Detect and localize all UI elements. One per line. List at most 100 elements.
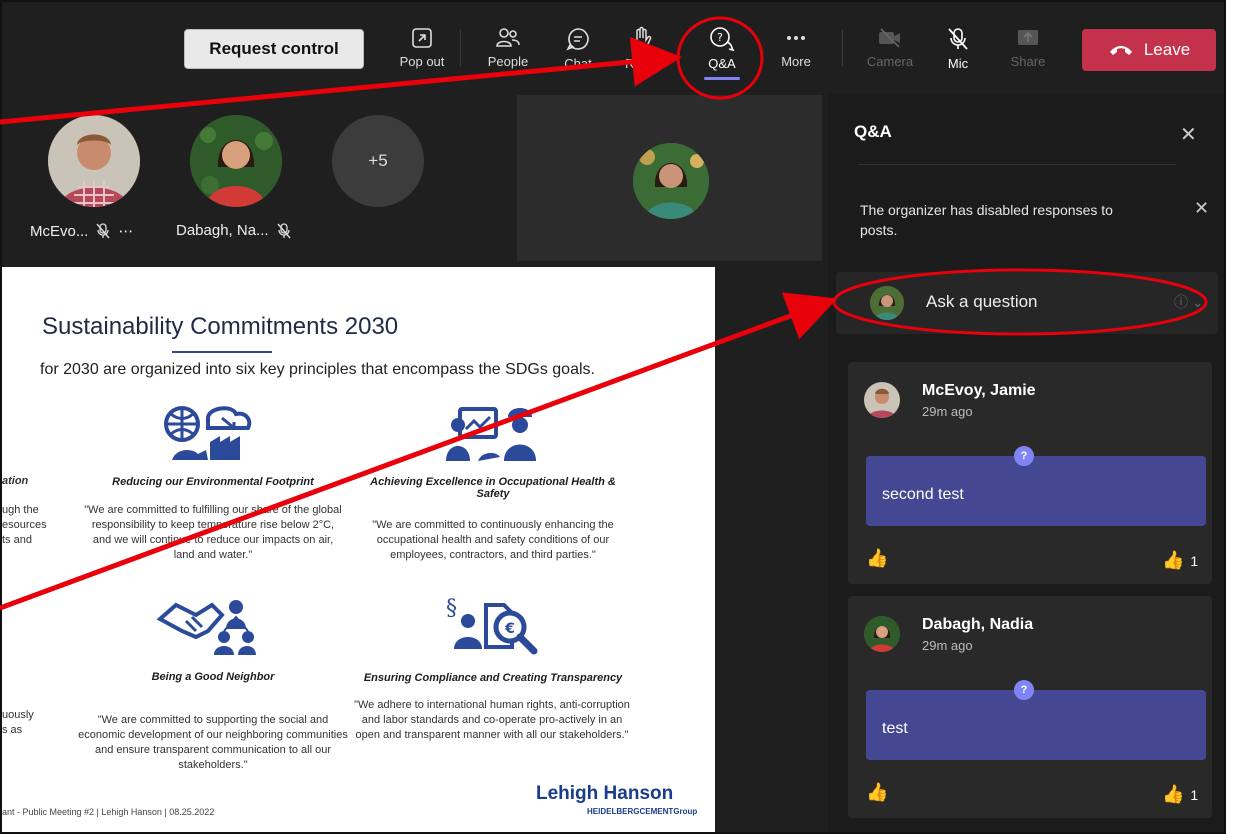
slide-footer: ant - Public Meeting #2 | Lehigh Hanson … <box>2 807 215 817</box>
clipped-text: s as <box>2 724 23 736</box>
principle-text: "We adhere to international human rights… <box>354 699 630 741</box>
panel-title: Q&A <box>854 122 892 141</box>
hang-up-icon <box>1109 46 1132 55</box>
ask-question-field[interactable]: Ask a question ⓘ ⌄ <box>836 272 1218 334</box>
mic-off-icon <box>96 223 110 239</box>
qa-label: Q&A <box>708 56 736 71</box>
slide-title: Sustainability Commitments 2030 <box>42 313 399 340</box>
post-author: Dabagh, Nadia <box>922 616 1034 633</box>
thumbs-up-icon: 👍 <box>1162 784 1185 804</box>
like-count-value: 1 <box>1190 552 1199 569</box>
avatar <box>870 286 904 320</box>
pop-out-icon <box>412 28 432 48</box>
close-icon[interactable]: ✕ <box>1194 198 1209 219</box>
hand-icon <box>636 26 652 50</box>
principle-heading: Being a Good Neighbor <box>151 671 275 683</box>
participant-name: Dabagh, Na... <box>176 222 291 239</box>
avatar <box>864 382 900 418</box>
clipped-text: ts and <box>2 534 32 546</box>
leave-label: Leave <box>1143 40 1191 59</box>
request-control-button[interactable]: Request control <box>184 29 364 69</box>
panel-divider <box>858 164 1176 165</box>
participant-more-icon[interactable]: ⋯ <box>118 222 133 240</box>
more-button[interactable]: More <box>764 20 828 82</box>
self-video-tile[interactable] <box>517 95 822 261</box>
post-text: second test <box>866 456 1206 526</box>
question-badge-icon: ? <box>1014 446 1034 466</box>
participant-name-text: McEvo... <box>30 222 89 240</box>
chat-button[interactable]: Chat <box>546 20 610 82</box>
camera-label: Camera <box>866 54 914 69</box>
principle-text: "We are committed to continuously enhanc… <box>372 519 614 561</box>
shared-presentation-slide: Sustainability Commitments 2030 for 2030… <box>2 267 715 832</box>
share-icon <box>1018 30 1038 45</box>
share-label: Share <box>1010 54 1046 69</box>
like-count-value: 1 <box>1190 786 1199 803</box>
people-label: People <box>487 54 529 69</box>
avatar <box>633 143 709 219</box>
principle-heading: Reducing our Environmental Footprint <box>112 476 314 488</box>
like-count: 👍 1 <box>1162 784 1198 805</box>
post-text: test <box>866 690 1206 760</box>
more-label: More <box>781 54 811 69</box>
like-button[interactable]: 👍 <box>866 782 888 803</box>
toolbar-divider <box>460 30 461 66</box>
qa-icon: ? <box>710 27 735 52</box>
post-timestamp: 29m ago <box>922 638 973 653</box>
good-neighbor-icon <box>156 600 256 655</box>
slide-subtitle: for 2030 are organized into six key prin… <box>40 361 595 378</box>
post-timestamp: 29m ago <box>922 404 973 419</box>
mic-off-icon <box>277 222 291 238</box>
people-icon <box>496 28 520 47</box>
participant-name-text: Dabagh, Na... <box>176 222 269 239</box>
principle-text: "We are committed to supporting the soci… <box>78 714 348 771</box>
mic-label: Mic <box>947 56 969 71</box>
disabled-responses-notice: The organizer has disabled responses to … <box>860 202 1113 238</box>
react-label: React <box>625 56 659 71</box>
participant-tile[interactable] <box>48 115 140 207</box>
react-button[interactable]: React <box>610 20 674 82</box>
svg-text:?: ? <box>717 31 723 44</box>
leave-button[interactable]: Leave <box>1082 29 1216 71</box>
compliance-icon: § € <box>446 597 538 655</box>
more-participants-button[interactable]: +5 <box>332 115 424 207</box>
avatar <box>190 115 282 207</box>
like-count: 👍 1 <box>1162 550 1198 571</box>
close-icon[interactable]: ✕ <box>1180 122 1197 147</box>
avatar <box>48 115 140 207</box>
post-author: McEvoy, Jamie <box>922 382 1036 399</box>
camera-button[interactable]: Camera <box>858 20 922 82</box>
camera-icon <box>879 28 900 48</box>
clipped-principle-head: ation <box>2 475 29 487</box>
qa-post: Dabagh, Nadia 29m ago ? test 👍 👍 1 <box>848 596 1212 818</box>
svg-text:€: € <box>504 621 515 637</box>
pop-out-button[interactable]: Pop out <box>390 20 454 82</box>
company-logo: Lehigh Hanson <box>536 783 674 804</box>
meeting-toolbar: Request control Pop out People Chat Reac… <box>2 2 1224 90</box>
mic-off-icon <box>948 28 968 50</box>
principle-heading: Achieving Excellence in Occupational Hea… <box>370 476 616 500</box>
share-button[interactable]: Share <box>996 20 1060 82</box>
principle-heading: Ensuring Compliance and Creating Transpa… <box>363 672 623 684</box>
help-icon[interactable]: ⓘ ⌄ <box>1174 292 1204 312</box>
participant-name: McEvo... ⋯ <box>30 222 133 241</box>
health-safety-icon <box>446 407 536 461</box>
principle-text: "We are committed to fulfilling our shar… <box>84 504 342 561</box>
mic-button[interactable]: Mic <box>926 20 990 82</box>
question-badge-icon: ? <box>1014 680 1034 700</box>
clipped-text: uously <box>2 709 34 721</box>
ask-question-placeholder: Ask a question <box>926 292 1038 311</box>
qa-button[interactable]: ? Q&A <box>690 20 754 82</box>
pop-out-label: Pop out <box>399 54 445 69</box>
participant-tile[interactable] <box>190 115 282 207</box>
qa-panel: Q&A ✕ The organizer has disabled respons… <box>828 94 1224 832</box>
people-button[interactable]: People <box>476 20 540 82</box>
like-button[interactable]: 👍 <box>866 548 888 569</box>
toolbar-divider <box>842 30 843 66</box>
thumbs-up-icon: 👍 <box>1162 550 1185 570</box>
clipped-text: ugh the <box>2 504 39 516</box>
qa-active-indicator <box>704 77 740 80</box>
title-underline <box>172 351 272 353</box>
meeting-window: Request control Pop out People Chat Reac… <box>0 0 1226 834</box>
svg-text:§: § <box>446 597 457 621</box>
